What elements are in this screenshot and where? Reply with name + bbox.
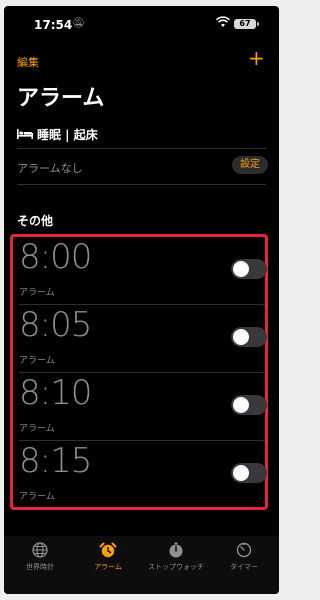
- divider: [17, 184, 266, 185]
- tab-world-clock[interactable]: 世界時計: [6, 542, 74, 572]
- alarm-toggle[interactable]: [231, 327, 267, 347]
- toggle-knob: [233, 465, 249, 481]
- alarm-clock-icon: [99, 542, 117, 558]
- battery-tip: [257, 22, 259, 26]
- sleep-set-button[interactable]: 設定: [232, 156, 268, 174]
- tab-stopwatch[interactable]: ストップウォッチ: [142, 542, 210, 572]
- status-time: 17:54: [34, 18, 73, 32]
- toggle-knob: [233, 261, 249, 277]
- alarm-toggle[interactable]: [231, 395, 267, 415]
- bell-muted-icon: 🔕︎: [72, 18, 85, 29]
- section-title-others: その他: [17, 214, 54, 228]
- timer-icon: [236, 542, 252, 558]
- tab-bar: 世界時計 アラーム ストップウォッチ タイマー: [4, 536, 279, 594]
- alarm-time: 8:15: [19, 441, 92, 481]
- alarm-row[interactable]: 8:00 アラーム: [13, 237, 267, 305]
- alarm-time: 8:05: [19, 305, 92, 345]
- alarm-toggle[interactable]: [231, 259, 267, 279]
- alarm-label: アラーム: [19, 356, 55, 366]
- alarm-label: アラーム: [19, 288, 55, 298]
- alarm-label: アラーム: [19, 424, 55, 434]
- stopwatch-icon: [169, 542, 183, 558]
- sleep-wake-header: 睡眠 | 起床: [17, 126, 98, 143]
- battery-indicator: 67: [234, 19, 256, 29]
- toggle-knob: [233, 397, 249, 413]
- alarm-row[interactable]: 8:15 アラーム: [13, 441, 267, 509]
- alarm-toggle[interactable]: [231, 463, 267, 483]
- alarm-label: アラーム: [19, 492, 55, 502]
- divider: [17, 148, 266, 149]
- tab-timer[interactable]: タイマー: [210, 542, 278, 572]
- alarm-row[interactable]: 8:05 アラーム: [13, 305, 267, 373]
- sleep-wake-label: 睡眠 | 起床: [37, 128, 98, 142]
- phone-screen: 17:54 🔕︎ 67 編集 + アラーム 睡眠 | 起床 アラームなし 設定 …: [4, 6, 279, 594]
- page-title: アラーム: [17, 86, 105, 111]
- bed-icon: [17, 129, 33, 139]
- alarm-time: 8:10: [19, 373, 92, 413]
- status-bar: 17:54 🔕︎ 67: [4, 6, 279, 38]
- edit-button[interactable]: 編集: [17, 54, 39, 70]
- toggle-knob: [233, 329, 249, 345]
- alarm-time: 8:00: [19, 237, 92, 277]
- tab-label: アラーム: [94, 563, 122, 571]
- tab-label: 世界時計: [26, 563, 54, 571]
- alarm-list: 8:00 アラーム 8:05 アラーム 8:10 アラーム 8:15 アラーム: [10, 234, 268, 510]
- no-alarm-text: アラームなし: [17, 162, 83, 175]
- tab-alarm[interactable]: アラーム: [74, 542, 142, 572]
- wifi-icon: [216, 16, 230, 27]
- tab-label: タイマー: [230, 563, 258, 571]
- alarm-row[interactable]: 8:10 アラーム: [13, 373, 267, 441]
- add-alarm-button[interactable]: +: [248, 48, 265, 68]
- globe-icon: [32, 542, 48, 558]
- tab-label: ストップウォッチ: [148, 563, 204, 571]
